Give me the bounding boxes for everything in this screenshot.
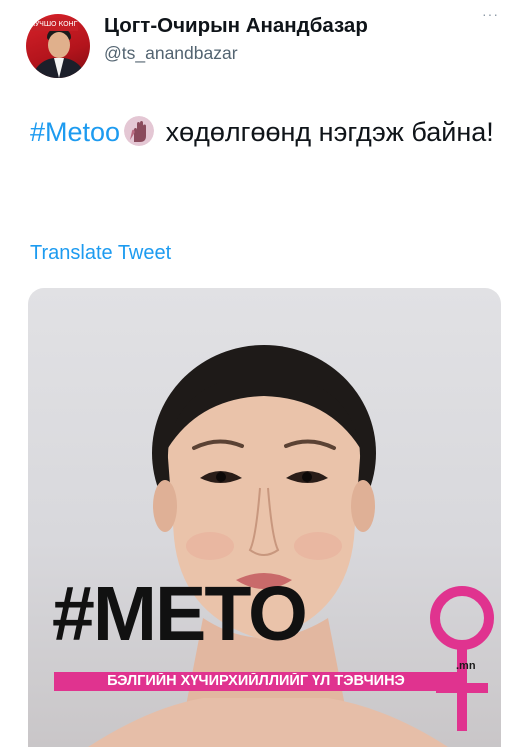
more-options-icon[interactable]: ···	[482, 6, 499, 22]
raised-hand-emoji-icon	[124, 116, 155, 146]
avatar-banner: ЛУЧШО КОНГЕЗ	[30, 18, 78, 31]
avatar[interactable]: ЛУЧШО КОНГЕЗ	[26, 14, 90, 78]
tweet-text: #Metoo хөдөлгөөнд нэгдэж байна!	[30, 112, 500, 152]
translate-tweet-link[interactable]: Translate Tweet	[30, 242, 171, 265]
tweet-media-image[interactable]: #METO .mn БЭЛГИЙН ХҮЧИРХИЙЛЛИЙГ ҮЛ ТЭВЧИ…	[28, 288, 501, 747]
avatar-face	[48, 32, 70, 58]
user-handle[interactable]: @ts_anandbazar	[104, 43, 238, 64]
subtitle-text: БЭЛГИЙН ХҮЧИРХИЙЛЛИЙГ ҮЛ ТЭВЧИНЭ	[107, 673, 405, 689]
hashtag-link[interactable]: #Metoo	[30, 117, 120, 147]
metoo-headline: #METO	[52, 571, 308, 657]
display-name[interactable]: Цогт-Очирын Анандбазар	[104, 14, 368, 38]
domain-suffix: .mn	[456, 660, 476, 672]
tweet-body: хөдөлгөөнд нэгдэж байна!	[158, 117, 494, 147]
